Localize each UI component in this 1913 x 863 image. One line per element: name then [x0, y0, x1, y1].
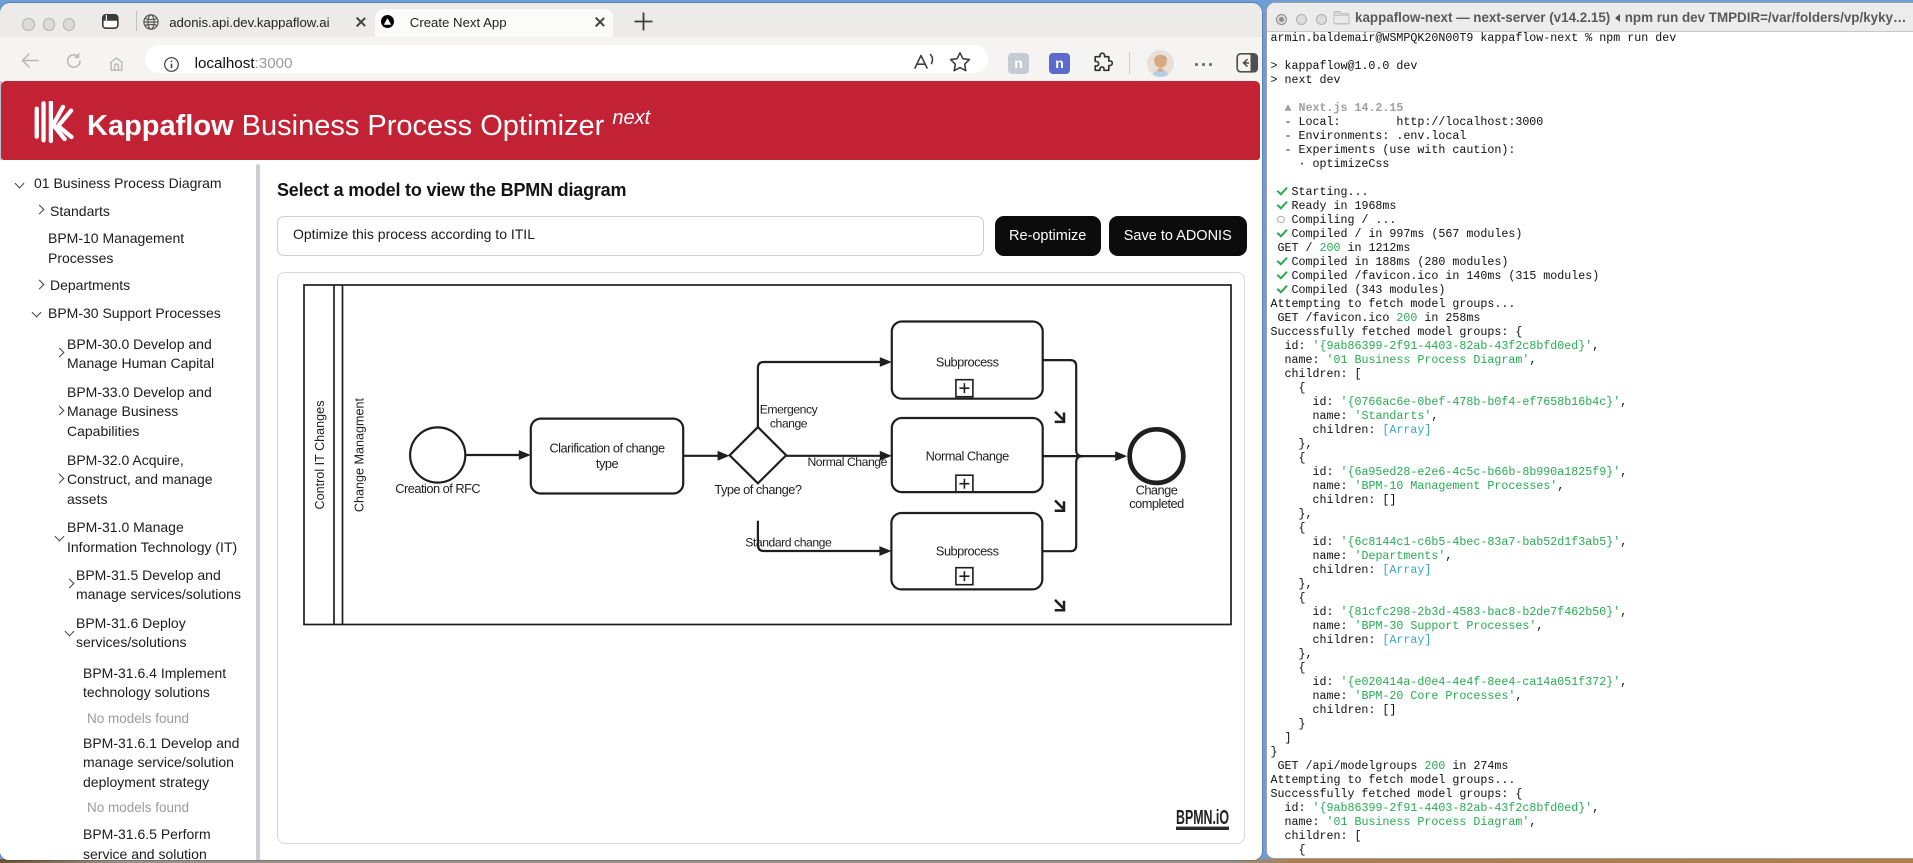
- svg-text:Clarification of change: Clarification of change: [549, 441, 665, 456]
- svg-text:Emergency: Emergency: [760, 403, 819, 417]
- svg-text:Change Managment: Change Managment: [353, 397, 367, 512]
- svg-text:Control IT Changes: Control IT Changes: [313, 401, 327, 510]
- svg-text:Type of change?: Type of change?: [714, 482, 802, 497]
- svg-text:completed: completed: [1129, 496, 1184, 511]
- svg-text:BPMN.iO: BPMN.iO: [1176, 806, 1229, 829]
- svg-text:Normal Change: Normal Change: [807, 455, 887, 469]
- svg-text:type: type: [596, 456, 619, 471]
- svg-text:change: change: [770, 417, 808, 431]
- svg-text:Subprocess: Subprocess: [936, 543, 999, 558]
- svg-text:Subprocess: Subprocess: [936, 354, 999, 369]
- svg-text:Standard change: Standard change: [745, 536, 832, 550]
- svg-text:Normal Change: Normal Change: [926, 449, 1010, 464]
- svg-text:Creation of RFC: Creation of RFC: [395, 481, 480, 496]
